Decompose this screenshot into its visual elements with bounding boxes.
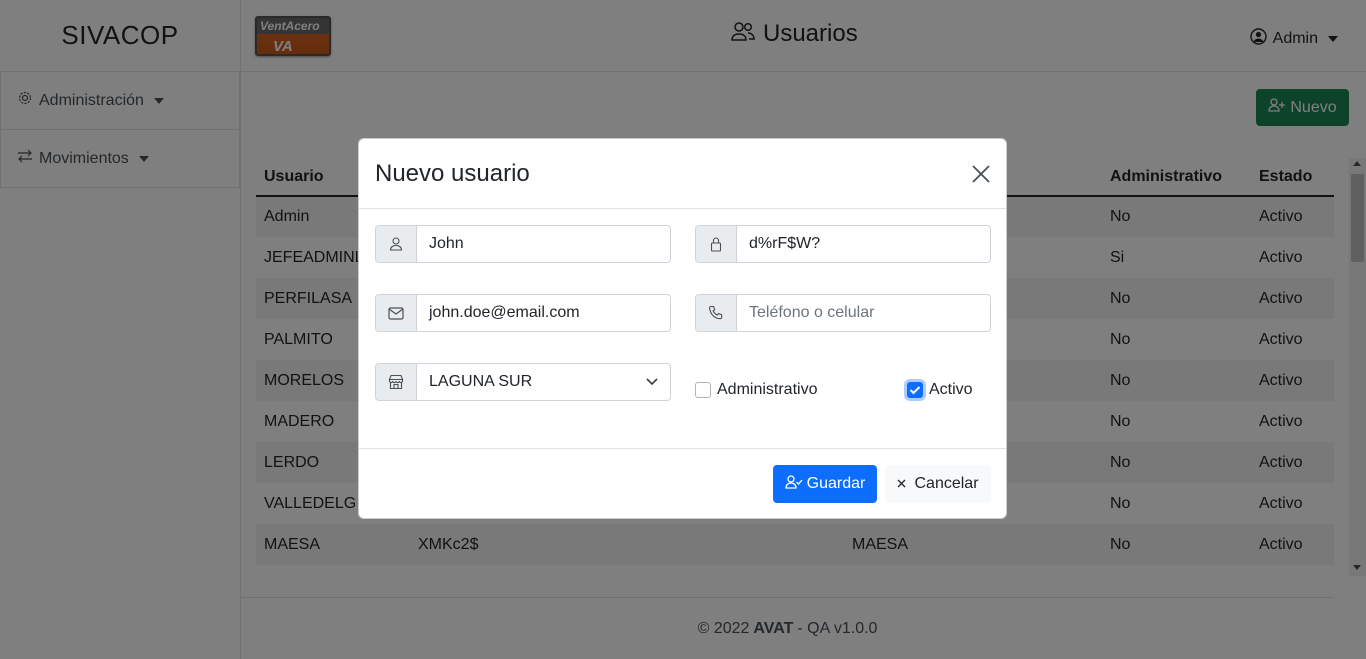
username-input[interactable]: John <box>417 226 670 262</box>
person-check-icon <box>784 474 803 494</box>
modal-title: Nuevo usuario <box>375 159 530 187</box>
phone-field[interactable]: Teléfono o celular <box>695 294 991 332</box>
lock-icon <box>696 226 737 262</box>
admin-checkbox[interactable] <box>695 382 711 398</box>
check-icon <box>909 386 921 395</box>
new-user-modal: Nuevo usuario John d%rF$W? john.doe@emai… <box>358 138 1007 519</box>
chevron-down-icon[interactable] <box>634 364 670 400</box>
email-field[interactable]: john.doe@email.com <box>375 294 671 332</box>
cancel-button[interactable]: Cancelar <box>885 465 991 503</box>
store-icon <box>376 364 417 400</box>
close-icon <box>972 165 990 183</box>
phone-input[interactable]: Teléfono o celular <box>737 295 990 331</box>
email-input[interactable]: john.doe@email.com <box>417 295 670 331</box>
admin-checkbox-label[interactable]: Administrativo <box>717 381 817 399</box>
save-button-label: Guardar <box>806 475 866 492</box>
person-icon <box>376 226 417 262</box>
modal-footer: Guardar Cancelar <box>359 448 1006 519</box>
close-button[interactable] <box>970 163 992 185</box>
branch-select-value[interactable]: LAGUNA SUR <box>417 364 634 400</box>
admin-checkbox-group[interactable]: Administrativo <box>695 381 817 399</box>
password-input[interactable]: d%rF$W? <box>737 226 990 262</box>
phone-icon <box>696 295 737 331</box>
username-field[interactable]: John <box>375 225 671 263</box>
envelope-icon <box>376 295 417 331</box>
x-icon <box>897 475 906 493</box>
modal-body: John d%rF$W? john.doe@email.com Teléfono… <box>359 209 1006 449</box>
save-button[interactable]: Guardar <box>773 465 877 503</box>
branch-select[interactable]: LAGUNA SUR <box>375 363 671 401</box>
active-checkbox-label[interactable]: Activo <box>929 381 973 399</box>
password-field[interactable]: d%rF$W? <box>695 225 991 263</box>
active-checkbox[interactable] <box>907 382 923 398</box>
active-checkbox-group[interactable]: Activo <box>907 381 973 399</box>
cancel-button-label: Cancelar <box>914 475 979 492</box>
modal-header: Nuevo usuario <box>359 139 1006 209</box>
